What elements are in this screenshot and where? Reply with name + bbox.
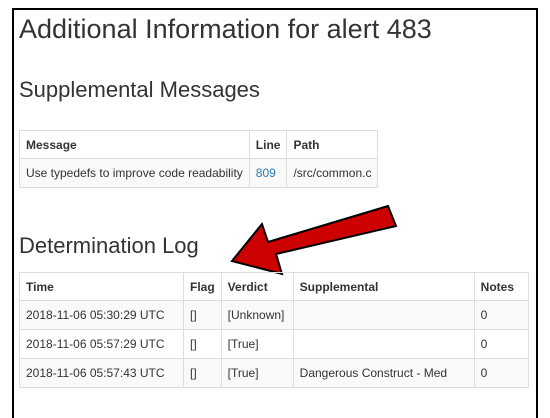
supplemental-cell [292,329,475,359]
determination-log-heading: Determination Log [19,233,199,258]
flag-cell: [] [183,300,222,330]
page-title: Additional Information for alert 483 [19,14,432,44]
line-number-link[interactable]: 809 [256,166,276,180]
verdict-cell: [True] [220,358,294,388]
table-row: 2018-11-06 05:57:43 UTC [] [True] Danger… [19,358,530,388]
supplemental-cell: Dangerous Construct - Med [292,358,475,388]
table-header-row: Message Line Path [19,130,379,159]
column-header-line: Line [248,130,288,159]
line-cell: 809 [248,158,288,188]
verdict-cell: [Unknown] [220,300,294,330]
column-header-verdict: Verdict [220,272,294,301]
notes-cell: 0 [473,300,530,330]
flag-cell: [] [183,329,222,359]
column-header-path: Path [286,130,379,159]
time-cell: 2018-11-06 05:30:29 UTC [19,300,184,330]
table-header-row: Time Flag Verdict Supplemental Notes [19,272,530,301]
table-row: 2018-11-06 05:30:29 UTC [] [Unknown] 0 [19,300,530,330]
column-header-flag: Flag [183,272,222,301]
time-cell: 2018-11-06 05:57:29 UTC [19,329,184,359]
column-header-time: Time [19,272,184,301]
supplemental-messages-heading: Supplemental Messages [19,77,260,102]
determination-log-table: Time Flag Verdict Supplemental Notes 201… [19,272,530,388]
table-row: 2018-11-06 05:57:29 UTC [] [True] 0 [19,329,530,359]
table-row: Use typedefs to improve code readability… [19,158,379,188]
message-cell: Use typedefs to improve code readability [19,158,250,188]
column-header-message: Message [19,130,250,159]
flag-cell: [] [183,358,222,388]
time-cell: 2018-11-06 05:57:43 UTC [19,358,184,388]
column-header-notes: Notes [473,272,530,301]
supplemental-messages-table: Message Line Path Use typedefs to improv… [19,130,379,188]
notes-cell: 0 [473,358,530,388]
supplemental-cell [292,300,475,330]
column-header-supplemental: Supplemental [292,272,475,301]
verdict-cell: [True] [220,329,294,359]
notes-cell: 0 [473,329,530,359]
path-cell: /src/common.c [286,158,379,188]
